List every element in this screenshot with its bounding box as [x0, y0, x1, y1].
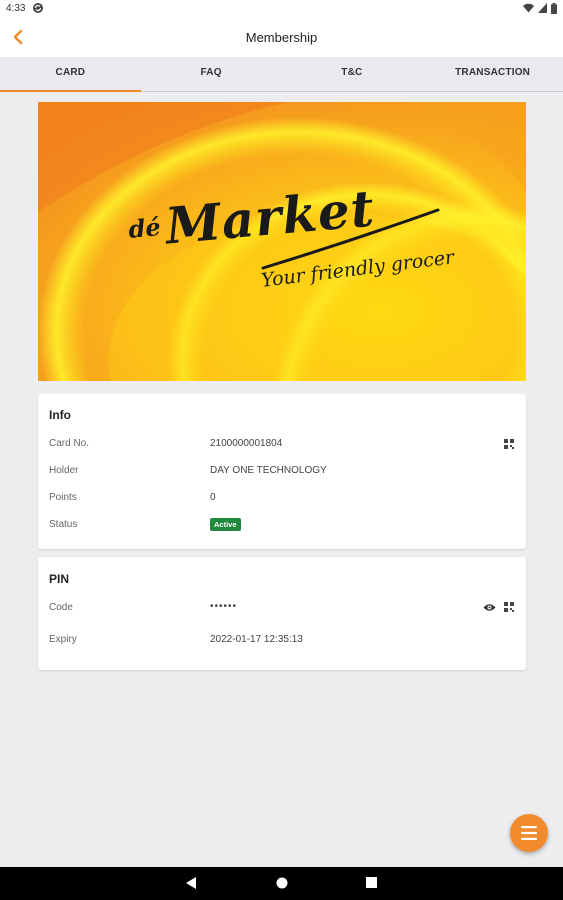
nav-back-icon[interactable] — [186, 877, 197, 889]
info-title: Info — [49, 408, 71, 422]
tab-transaction[interactable]: TRANSACTION — [422, 57, 563, 91]
points-value: 0 — [210, 492, 216, 503]
code-label: Code — [49, 602, 73, 613]
holder-value: DAY ONE TECHNOLOGY — [210, 465, 327, 476]
expiry-label: Expiry — [49, 634, 77, 645]
status-label: Status — [49, 519, 78, 530]
card-no-value: 2100000001804 — [210, 438, 283, 449]
status-time: 4:33 — [6, 3, 26, 14]
menu-icon — [521, 826, 537, 840]
holder-label: Holder — [49, 465, 79, 476]
pin-panel: PIN Code •••••• Expiry 2022-01-17 12:35:… — [38, 557, 526, 670]
nav-home-icon[interactable] — [276, 877, 288, 889]
sync-icon — [33, 3, 43, 13]
expiry-value: 2022-01-17 12:35:13 — [210, 634, 303, 645]
status-badge: Active — [210, 518, 241, 531]
pin-qr-code-icon[interactable] — [504, 602, 515, 613]
tab-bar: CARD FAQ T&C TRANSACTION — [0, 57, 563, 92]
page-title: Membership — [245, 30, 318, 45]
app-bar: Membership — [0, 17, 563, 57]
status-bar: 4:33 — [0, 0, 563, 17]
eye-icon[interactable] — [483, 603, 496, 612]
battery-icon — [551, 2, 557, 14]
system-icons — [523, 2, 557, 14]
menu-fab-button[interactable] — [510, 814, 548, 852]
system-nav-bar — [0, 867, 563, 900]
points-label: Points — [49, 492, 77, 503]
signal-icon — [538, 3, 547, 13]
membership-card-image: dé Market Your friendly grocer — [38, 102, 526, 381]
pin-title: PIN — [49, 572, 70, 586]
card-no-label: Card No. — [49, 438, 90, 449]
card-qr-code-icon[interactable] — [504, 439, 515, 450]
logo-swoosh — [261, 208, 440, 270]
nav-recents-icon[interactable] — [366, 877, 377, 888]
tab-tnc[interactable]: T&C — [282, 57, 423, 91]
info-panel: Info Card No. 2100000001804 Holder DAY O… — [38, 394, 526, 549]
wifi-icon — [523, 3, 534, 13]
tab-faq[interactable]: FAQ — [141, 57, 282, 91]
tab-card[interactable]: CARD — [0, 57, 141, 92]
code-value: •••••• — [210, 601, 238, 612]
